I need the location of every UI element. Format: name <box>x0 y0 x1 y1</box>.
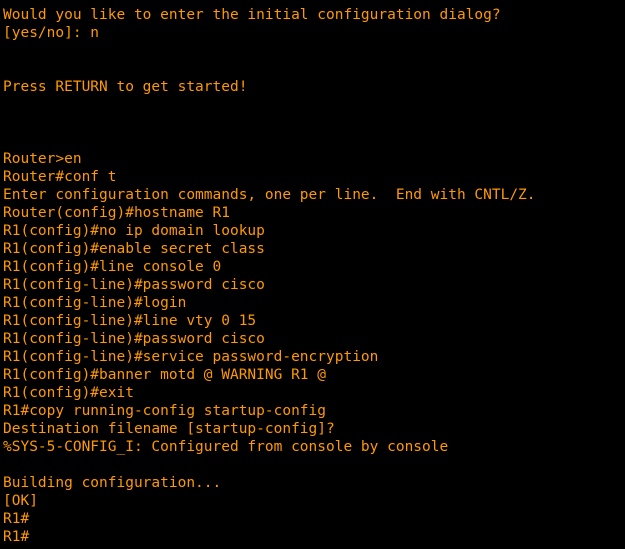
terminal-line: Press RETURN to get started! <box>3 79 248 95</box>
terminal-line: R1(config)#banner motd @ WARNING R1 @ <box>3 367 327 383</box>
terminal-line: Destination filename [startup-config]? <box>3 421 335 437</box>
terminal-line: Enter configuration commands, one per li… <box>3 187 536 203</box>
terminal-line: R1# <box>3 511 30 527</box>
terminal-line: R1(config-line)#line vty 0 15 <box>3 313 257 329</box>
terminal-line: [OK] <box>3 493 38 509</box>
terminal-line: R1(config)#line console 0 <box>3 259 222 275</box>
terminal-line: Router>en <box>3 151 82 167</box>
terminal-line: R1(config)#enable secret class <box>3 241 265 257</box>
terminal-prompt-line[interactable]: R1# <box>3 528 625 546</box>
terminal-line: R1#copy running-config startup-config <box>3 403 327 419</box>
terminal-line: [yes/no]: n <box>3 25 100 41</box>
terminal-line: Building configuration... <box>3 475 222 491</box>
terminal-line: Would you like to enter the initial conf… <box>3 7 501 23</box>
terminal-line: R1(config-line)#password cisco <box>3 331 265 347</box>
terminal-line: R1(config-line)#password cisco <box>3 277 265 293</box>
terminal-line: Router#conf t <box>3 169 117 185</box>
terminal-line: R1(config)#no ip domain lookup <box>3 223 265 239</box>
terminal-line: R1(config)#exit <box>3 385 134 401</box>
terminal-line: R1(config-line)#login <box>3 295 187 311</box>
terminal-window[interactable]: Would you like to enter the initial conf… <box>0 0 625 549</box>
terminal-line: %SYS-5-CONFIG_I: Configured from console… <box>3 439 449 455</box>
terminal-line: Router(config)#hostname R1 <box>3 205 230 221</box>
terminal-line: R1(config-line)#service password-encrypt… <box>3 349 379 365</box>
